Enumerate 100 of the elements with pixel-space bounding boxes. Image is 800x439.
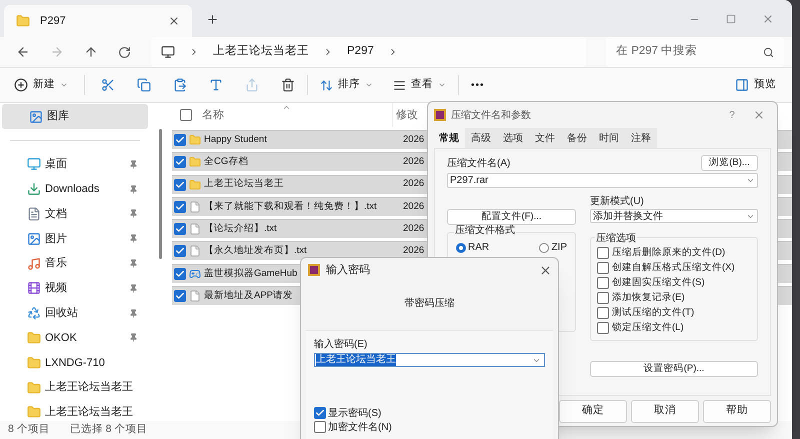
folder-icon [27,330,41,345]
checkbox[interactable] [174,290,186,302]
breadcrumb-item[interactable]: 上老王论坛当老王 [213,43,309,61]
dialog-tab[interactable]: 文件 [529,128,561,148]
sidebar-item[interactable]: 回收站 [0,300,150,326]
dialog-subtitle: 带密码压缩 [404,296,454,310]
column-header[interactable]: 名称 [202,106,392,124]
file-name: 上老王论坛当老王 [204,177,284,192]
sidebar-item[interactable]: Downloads [0,176,150,202]
panel-icon [735,78,749,92]
checkbox[interactable] [174,245,186,258]
lines-icon [393,78,406,92]
update-mode-dropdown[interactable]: 添加并替换文件 [590,209,758,223]
checkbox[interactable] [314,407,326,419]
dropdown-icon [746,176,755,185]
checkbox[interactable] [174,134,186,146]
close-icon[interactable] [762,13,774,25]
maximize-icon[interactable] [726,14,736,24]
option-label: 测试压缩的文件(T) [612,306,694,320]
file-name: 【论坛介绍】.txt [204,222,277,236]
back-icon[interactable] [16,45,30,59]
checkbox[interactable] [180,109,192,121]
dialog-tab[interactable]: 注释 [625,128,657,148]
music-icon [27,256,41,271]
sidebar-item[interactable]: 视频 [0,276,150,301]
checkbox[interactable] [597,262,609,274]
file-name: Happy Student [204,132,267,147]
radio-label: ZIP [551,243,567,253]
new-tab-icon[interactable] [206,13,219,26]
archive-name-field[interactable]: P297.rar [447,173,758,188]
field-label: 更新模式(U) [590,194,645,209]
caret-icon [60,81,68,89]
rename-icon[interactable] [209,78,223,92]
preview-button[interactable]: 预览 [735,77,776,93]
dialog-button[interactable]: 取消 [631,400,699,422]
new-button[interactable]: 新建 [14,77,68,93]
plus-icon [14,78,28,92]
more-button[interactable]: ••• [471,78,485,92]
scrollbar[interactable] [158,129,162,259]
checkbox-label: 加密文件名(N) [328,420,392,434]
checkbox[interactable] [174,223,186,236]
checkbox[interactable] [174,156,186,168]
sort-button[interactable]: 排序 [320,77,373,93]
file-icon [189,290,201,302]
checkbox[interactable] [174,178,186,191]
search-field[interactable]: 在 P297 中搜索 [606,37,784,67]
option-label: 创建自解压格式压缩文件(X) [612,260,735,275]
sidebar-item[interactable]: LXNDG-710 [0,350,150,376]
password-field[interactable]: 上老王论坛当老王 [314,353,545,367]
checkbox[interactable] [314,421,326,433]
paste-icon[interactable] [173,78,187,92]
browse-button[interactable]: 浏览(B)... [701,155,758,171]
checkbox[interactable] [174,268,186,280]
file-date: 2026 [403,222,424,236]
close-icon[interactable] [168,15,180,27]
checkbox[interactable] [597,277,609,289]
cut-icon[interactable] [101,78,115,92]
dialog-button[interactable]: 确定 [559,400,627,422]
dialog-tab[interactable]: 高级 [465,128,497,148]
delete-icon[interactable] [281,78,295,92]
computer-icon [161,45,175,59]
option-label: 添加恢复记录(E) [612,290,685,305]
dialog-tab[interactable]: 时间 [593,128,625,148]
sort-icon [320,78,333,92]
refresh-icon[interactable] [118,46,131,58]
dialog-title: 压缩文件名和参数 [451,108,531,122]
checkbox[interactable] [597,292,609,304]
dialog-button[interactable]: 帮助 [703,400,771,422]
checkbox[interactable] [174,200,186,213]
column-header[interactable]: 修改 [396,106,418,124]
sidebar-item[interactable]: 文档 [0,202,150,226]
close-button[interactable] [539,264,552,276]
up-icon[interactable] [84,45,98,59]
radio-button[interactable] [456,243,466,253]
sort-indicator-icon [282,103,291,112]
folder-icon [27,356,41,370]
app-icon [189,268,201,280]
checkbox[interactable] [597,247,609,259]
sidebar-item[interactable]: OKOK [0,326,150,350]
copy-icon[interactable] [137,78,151,92]
sidebar-item[interactable]: 图库 [2,104,148,129]
sidebar-item[interactable]: 上老王论坛当老王 [0,375,150,400]
folder-icon [189,156,201,168]
checkbox[interactable] [597,322,609,334]
address-bar[interactable]: 上老王论坛当老王 P297 [151,37,586,67]
window-tab[interactable]: P297 [4,5,192,37]
dialog-tab[interactable]: 备份 [561,128,593,148]
dialog-tab[interactable]: 选项 [497,128,529,148]
sidebar-item[interactable]: 上老王论坛当老王 [0,400,150,421]
view-button[interactable]: 查看 [393,77,446,93]
sidebar-item[interactable]: 音乐 [0,251,150,276]
profiles-button[interactable]: 配置文件(F)... [447,209,576,225]
checkbox[interactable] [597,307,609,319]
breadcrumb-item[interactable]: P297 [347,43,374,61]
radio-button[interactable] [539,243,550,253]
search-icon [763,46,774,58]
sidebar-item[interactable]: 图片 [0,226,150,252]
file-icon [189,223,201,236]
sidebar-item[interactable]: 桌面 [0,152,150,177]
set-password-button[interactable]: 设置密码(P)... [590,361,758,377]
